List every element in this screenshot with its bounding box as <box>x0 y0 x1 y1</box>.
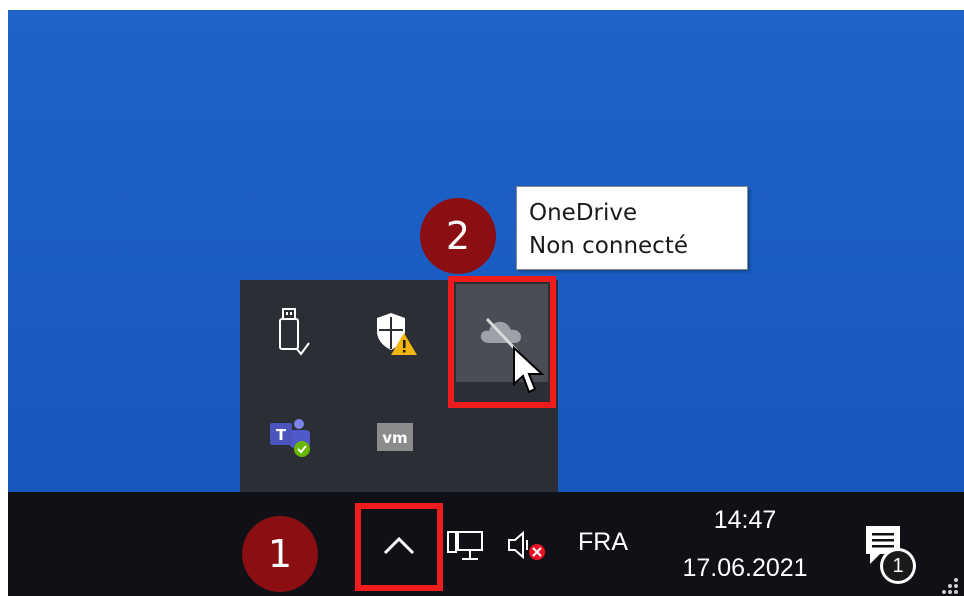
notification-count: 1 <box>883 551 913 581</box>
mouse-cursor-icon <box>513 346 545 394</box>
svg-text:T: T <box>276 426 287 444</box>
input-language-indicator[interactable]: FRA <box>578 528 628 557</box>
windows-security-tray-item[interactable] <box>350 288 440 378</box>
usb-eject-icon <box>279 308 310 356</box>
network-icon <box>447 531 483 560</box>
resize-grip-icon <box>942 578 958 594</box>
network-tray-item[interactable] <box>444 524 488 568</box>
step-badge-2: 2 <box>420 198 496 274</box>
chevron-highlight-box <box>355 503 443 591</box>
clock-date[interactable]: 17.06.2021 <box>660 554 830 583</box>
security-warning-icon <box>377 313 417 355</box>
tooltip-status: Non connecté <box>529 233 689 259</box>
teams-icon: T <box>270 419 310 457</box>
vmware-icon: vm <box>377 423 413 451</box>
vmware-tray-item[interactable]: vm <box>350 392 440 482</box>
clock-time[interactable]: 14:47 <box>660 506 830 535</box>
action-center-button[interactable]: 1 <box>858 520 930 584</box>
usb-eject-tray-item[interactable] <box>246 288 336 378</box>
teams-tray-item[interactable]: T <box>246 392 336 482</box>
onedrive-tooltip: OneDrive Non connecté <box>516 186 748 270</box>
notification-count-badge: 1 <box>880 548 916 584</box>
volume-tray-item[interactable] <box>500 524 550 568</box>
speaker-muted-icon <box>508 530 545 560</box>
tooltip-title: OneDrive <box>529 200 638 226</box>
step-badge-1: 1 <box>242 516 318 592</box>
svg-text:vm: vm <box>382 429 407 447</box>
